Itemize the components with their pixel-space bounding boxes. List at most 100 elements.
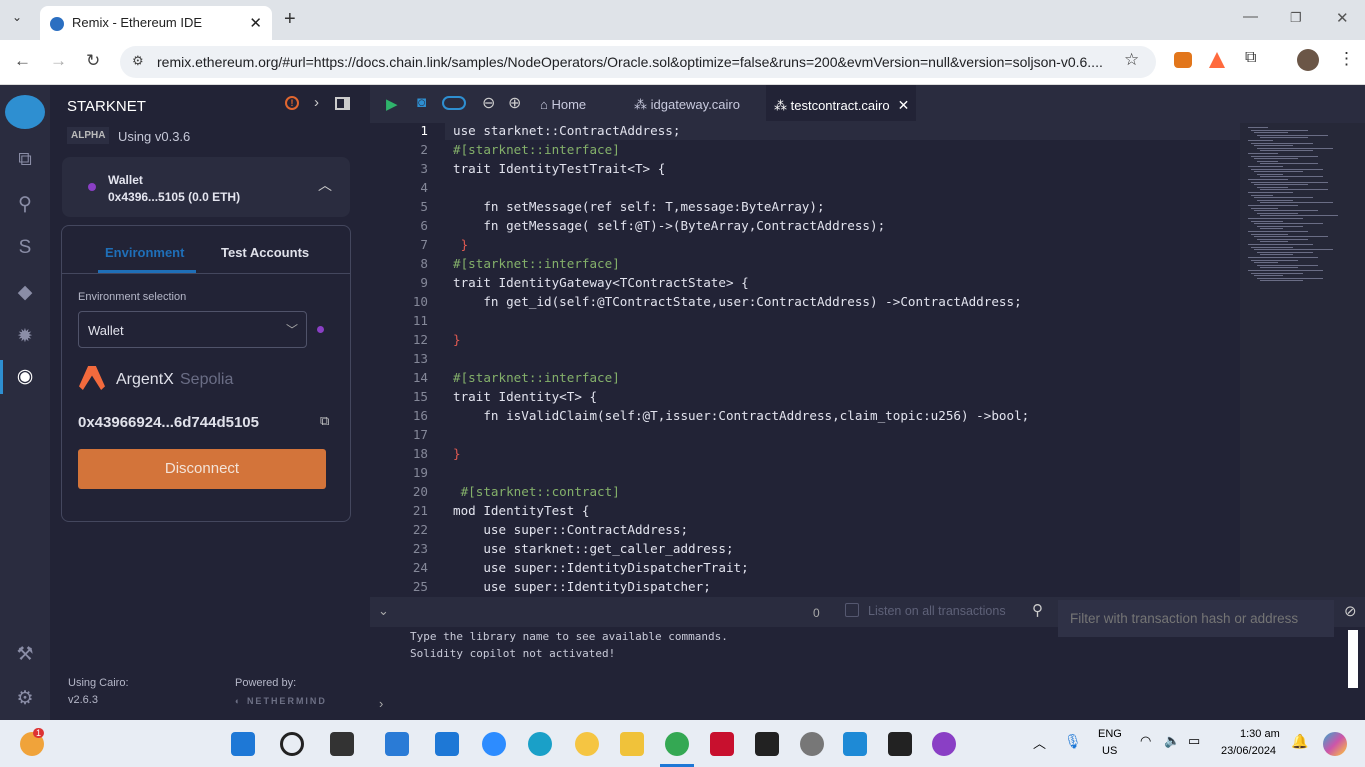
copilot-icon[interactable] [1323, 732, 1347, 756]
tab-test-accounts[interactable]: Test Accounts [221, 245, 309, 260]
extensions-icon[interactable]: ⧉ [1245, 49, 1256, 67]
app-icon[interactable] [575, 732, 599, 756]
minimap-line [1260, 202, 1333, 204]
minimap-line [1248, 153, 1278, 154]
code-line: ​ [453, 178, 1029, 197]
terminal-icon[interactable] [888, 732, 912, 756]
search-icon[interactable]: ⚲ [13, 193, 37, 217]
mcafee-icon[interactable] [710, 732, 734, 756]
site-settings-icon[interactable]: ⚙ [132, 53, 144, 69]
close-window-icon[interactable]: ✕ [1336, 9, 1349, 27]
store-icon[interactable] [385, 732, 409, 756]
microphone-icon[interactable]: 🎙 [1064, 733, 1082, 750]
debugger-icon[interactable]: ✹ [13, 325, 37, 349]
collapse-terminal-icon[interactable]: ⌄ [378, 603, 389, 619]
profile-avatar[interactable] [1297, 49, 1319, 71]
tab-environment[interactable]: Environment [105, 245, 184, 260]
restore-icon[interactable]: ❐ [1290, 10, 1302, 26]
environment-select-value: Wallet [88, 323, 124, 338]
plugin-manager-icon[interactable]: ⚒ [13, 643, 37, 667]
edge-icon[interactable] [528, 732, 552, 756]
ai-robot-icon[interactable]: ◙ [417, 94, 426, 111]
url-field[interactable]: ⚙ remix.ethereum.org/#url=https://docs.c… [120, 46, 1156, 78]
settings-gear-icon[interactable]: ⚙ [13, 687, 37, 711]
minimap-line [1257, 277, 1323, 279]
environment-selection-label: Environment selection [78, 291, 187, 303]
task-view-icon[interactable] [330, 732, 354, 756]
chevron-up-icon[interactable]: ︿ [318, 175, 332, 195]
warning-icon[interactable]: ! [285, 96, 299, 110]
battery-icon[interactable]: ▭ [1188, 733, 1200, 749]
minimap-line [1248, 140, 1273, 141]
tab-idgateway[interactable]: ⁂ idgateway.cairo [634, 85, 740, 123]
tab-home[interactable]: ⌂ Home [540, 85, 586, 123]
tab-search-icon[interactable]: ⌄ [12, 10, 22, 24]
solidity-compiler-icon[interactable]: S [13, 237, 37, 261]
clock-time[interactable]: 1:30 am [1240, 728, 1280, 740]
zoom-icon[interactable] [482, 732, 506, 756]
zoom-in-icon[interactable]: ⊕ [508, 93, 521, 113]
file-explorer-icon[interactable]: ⧉ [13, 149, 37, 173]
menu-icon[interactable]: ⋮ [1338, 49, 1355, 69]
listen-checkbox[interactable] [845, 603, 859, 617]
transaction-filter-input[interactable] [1058, 600, 1334, 637]
terminal-scrollbar[interactable] [1348, 630, 1358, 688]
settings-icon[interactable] [800, 732, 824, 756]
pending-tx-count: 0 [813, 606, 820, 620]
code-area[interactable]: use starknet::ContractAddress; #[starknet… [453, 121, 1029, 596]
notifications-bell-icon[interactable]: 🔔 [1291, 733, 1308, 750]
language[interactable]: ENG [1098, 728, 1122, 740]
file-explorer-icon[interactable] [620, 732, 644, 756]
forward-icon[interactable]: → [50, 51, 67, 71]
disconnect-button[interactable]: Disconnect [78, 449, 326, 489]
minimize-icon[interactable]: — [1243, 8, 1258, 25]
volume-icon[interactable]: 🔈 [1164, 733, 1180, 749]
wifi-icon[interactable]: ◠ [1140, 733, 1151, 749]
minimap-line [1254, 249, 1333, 251]
chevron-right-icon[interactable]: › [314, 94, 319, 111]
starknet-plugin-icon[interactable]: ◉ [13, 365, 37, 389]
env-status-dot [317, 326, 324, 333]
environment-select[interactable]: Wallet ﹀ [78, 311, 307, 348]
minimap[interactable] [1240, 123, 1365, 597]
minimap-line [1251, 181, 1328, 183]
davinci-icon[interactable] [755, 732, 779, 756]
code-line: #[starknet::interface] [453, 256, 620, 271]
search-icon[interactable] [280, 732, 304, 756]
minimap-line [1257, 186, 1288, 188]
minimap-line [1254, 275, 1283, 277]
run-icon[interactable]: ▶ [386, 95, 398, 113]
metamask-extension-icon[interactable] [1174, 52, 1192, 68]
minimap-line [1257, 238, 1308, 240]
show-hidden-icons[interactable]: ︿ [1033, 733, 1046, 752]
chrome-icon[interactable] [665, 732, 689, 756]
back-icon[interactable]: ← [14, 51, 31, 71]
copy-icon[interactable]: ⧉ [320, 413, 329, 429]
github-desktop-icon[interactable] [932, 732, 956, 756]
start-icon[interactable] [231, 732, 255, 756]
tab-testcontract[interactable]: ⁂ testcontract.cairo ✕ [766, 85, 916, 123]
wallet-card[interactable]: Wallet 0x4396...5105 (0.0 ETH) ︿ [62, 157, 350, 217]
region[interactable]: US [1102, 745, 1117, 757]
bookmark-star-icon[interactable]: ☆ [1124, 50, 1139, 70]
close-tab-icon[interactable]: ✕ [249, 14, 262, 32]
clock-date[interactable]: 23/06/2024 [1221, 745, 1276, 757]
vscode-icon[interactable] [843, 732, 867, 756]
clear-terminal-icon[interactable]: ⊘ [1344, 602, 1357, 620]
toggle-panel-icon[interactable] [335, 97, 350, 110]
deploy-icon[interactable]: ◆ [13, 281, 37, 305]
remix-logo-icon[interactable] [5, 95, 45, 129]
new-tab-icon[interactable]: + [284, 8, 296, 31]
reload-icon[interactable]: ↻ [86, 51, 100, 71]
minimap-line [1254, 171, 1303, 173]
argentx-extension-icon[interactable] [1209, 52, 1225, 68]
environment-card: Environment Test Accounts Environment se… [61, 225, 351, 522]
search-icon[interactable]: ⚲ [1032, 601, 1043, 619]
code-line: mod IdentityTest { [453, 503, 590, 518]
toggle-icon[interactable] [442, 96, 466, 110]
file-icon: ⁂ [774, 98, 791, 113]
close-tab-icon[interactable]: ✕ [898, 97, 910, 113]
zoom-out-icon[interactable]: ⊖ [482, 93, 495, 113]
mail-icon[interactable] [435, 732, 459, 756]
browser-tab[interactable]: Remix - Ethereum IDE ✕ [40, 6, 272, 40]
